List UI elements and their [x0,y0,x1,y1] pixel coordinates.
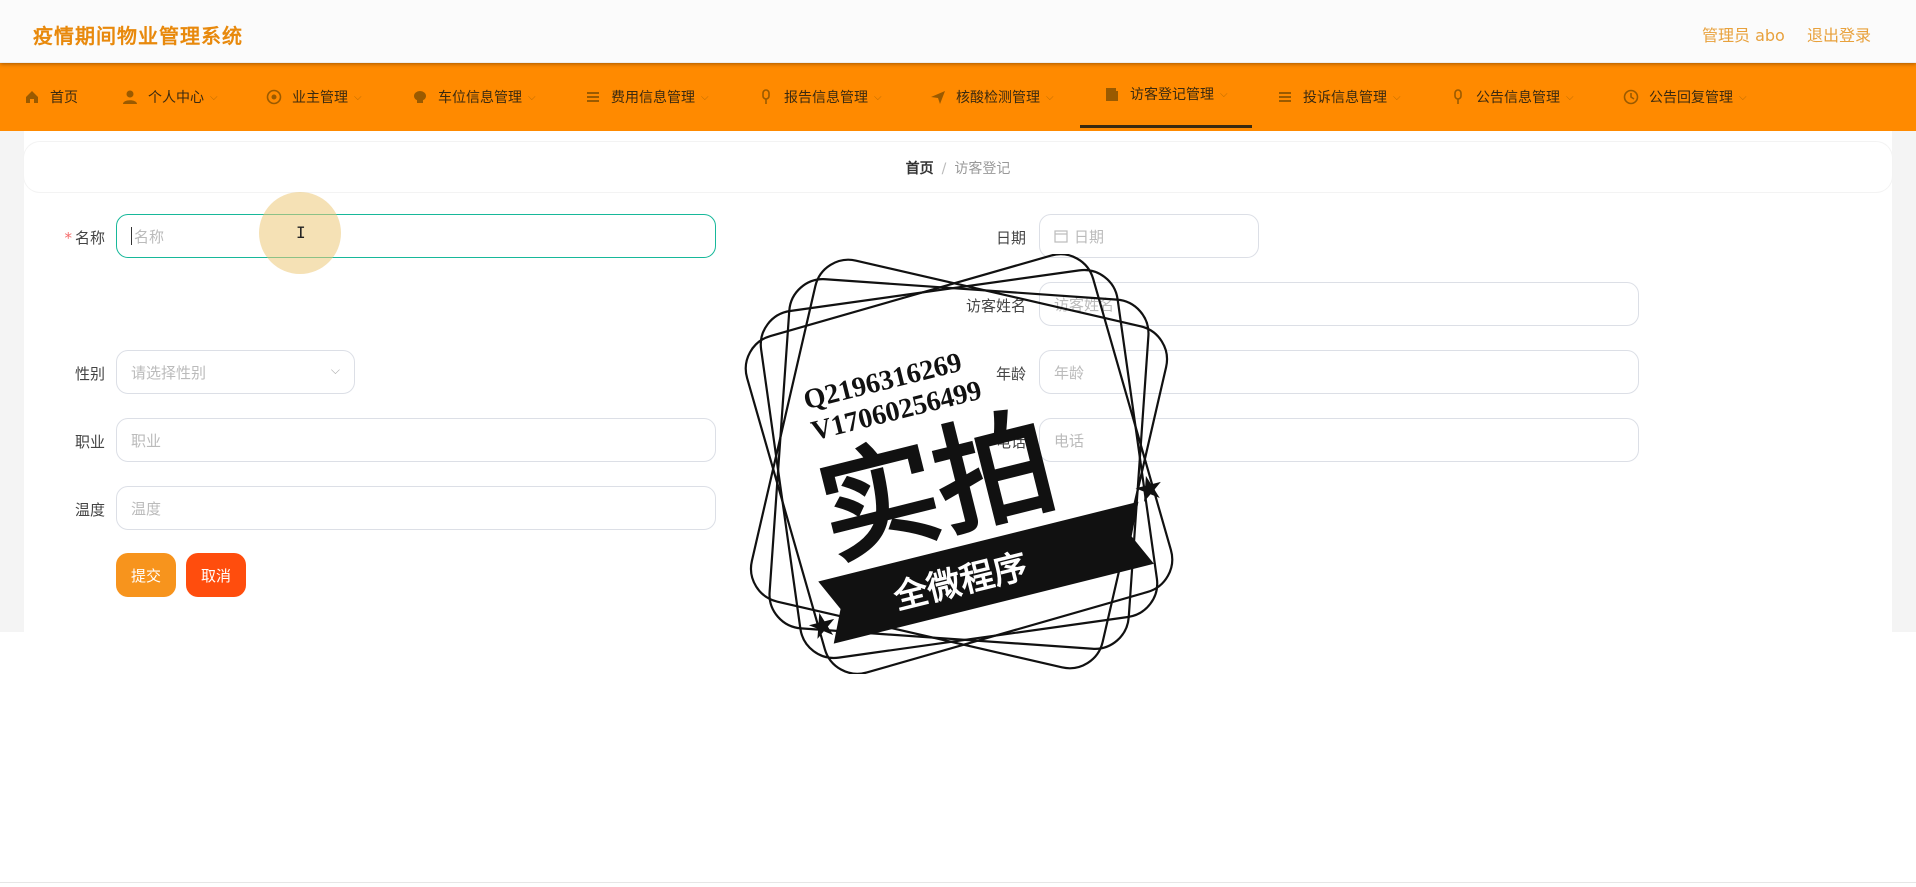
temperature-label: 温度 [74,501,105,519]
nav-label: 报告信息管理 [784,90,868,106]
job-placeholder: 职业 [131,431,162,450]
job-label: 职业 [74,433,105,451]
nav-notice-management[interactable]: 公告信息管理 ⌵ [1450,63,1574,131]
nav-visitor-management[interactable]: 访客登记管理 ⌵ [1080,63,1252,128]
nav-parking-management[interactable]: 车位信息管理 ⌵ [412,63,536,131]
nav-label: 公告回复管理 [1649,90,1733,106]
temperature-input[interactable]: 温度 [116,486,716,530]
chevron-down-icon: ⌵ [210,91,218,103]
date-label: 日期 [995,229,1026,247]
chevron-down-icon: ⌵ [1393,91,1401,103]
chevron-down-icon: ⌵ [1739,91,1747,103]
temperature-placeholder: 温度 [131,499,162,518]
main-nav: 首页 个人中心 ⌵ 业主管理 ⌵ 车位信息管理 ⌵ 费用信息管理 ⌵ 报告信息管… [0,63,1916,131]
owner-icon [266,89,282,105]
job-input[interactable]: 职业 [116,418,716,462]
nav-label: 个人中心 [148,90,204,106]
chevron-down-icon: ⌵ [874,91,882,103]
nav-label: 费用信息管理 [611,90,695,106]
page-bottom-border [0,882,1916,883]
submit-button[interactable]: 提交 [116,553,176,597]
chevron-down-icon: ⌵ [701,91,709,103]
chevron-down-icon: ⌵ [1566,91,1574,103]
reply-icon [1623,89,1639,105]
logout-link[interactable]: 退出登录 [1807,22,1871,46]
name-placeholder: 名称 [134,227,165,246]
page-gutter-right [1892,131,1916,632]
nav-label: 访客登记管理 [1130,87,1214,103]
gender-select[interactable]: 请选择性别 ⌵ [116,350,355,394]
chevron-down-icon: ⌵ [528,91,536,103]
nav-notice-reply-management[interactable]: 公告回复管理 ⌵ [1623,63,1747,131]
nav-owner-management[interactable]: 业主管理 ⌵ [266,63,362,131]
required-marker: * [64,229,72,247]
nav-home[interactable]: 首页 [24,63,78,131]
text-caret [131,227,132,245]
chevron-down-icon: ⌵ [1046,91,1054,103]
nav-label: 投诉信息管理 [1303,90,1387,106]
report-icon [758,89,774,105]
breadcrumb-current: 访客登记 [954,161,1011,177]
app-title: 疫情期间物业管理系统 [33,24,243,48]
breadcrumb: 首页 / 访客登记 [24,142,1892,192]
breadcrumb-home[interactable]: 首页 [906,161,934,177]
home-icon [24,89,40,105]
nav-label: 公告信息管理 [1476,90,1560,106]
star-icon: ★ [806,607,840,646]
name-label: * 名称 [64,229,105,247]
calendar-icon [1054,230,1068,243]
notice-icon [1450,89,1466,105]
nav-nucleic-test-management[interactable]: 核酸检测管理 ⌵ [930,63,1054,131]
parking-icon [412,89,428,105]
nav-label: 核酸检测管理 [956,90,1040,106]
top-bar: 疫情期间物业管理系统 管理员 abo 退出登录 [0,0,1916,63]
nav-report-management[interactable]: 报告信息管理 ⌵ [758,63,882,131]
watermark-stamp: Q2196316269 V17060256499 实拍 全微程序 ★ ★ [744,254,1174,674]
nav-personal-center[interactable]: 个人中心 ⌵ [122,63,218,131]
chevron-down-icon: ⌵ [330,363,340,377]
user-icon [122,89,138,105]
fee-icon [585,89,601,105]
text-cursor-icon: I [296,223,306,242]
nav-label: 首页 [50,90,78,106]
cancel-button[interactable]: 取消 [186,553,246,597]
date-placeholder: 日期 [1074,227,1105,246]
breadcrumb-separator: / [941,161,947,177]
nav-fee-management[interactable]: 费用信息管理 ⌵ [585,63,709,131]
nav-label: 业主管理 [292,90,348,106]
nav-label: 车位信息管理 [438,90,522,106]
name-input[interactable]: 名称 [116,214,716,258]
date-input[interactable]: 日期 [1039,214,1259,258]
nav-complaint-management[interactable]: 投诉信息管理 ⌵ [1277,63,1401,131]
current-user[interactable]: 管理员 abo [1702,22,1785,46]
visitor-icon [1104,86,1120,102]
gender-label: 性别 [74,365,105,383]
chevron-down-icon: ⌵ [354,91,362,103]
complaint-icon [1277,89,1293,105]
gender-placeholder: 请选择性别 [131,363,207,382]
chevron-down-icon: ⌵ [1220,88,1228,100]
test-icon [930,89,946,105]
page-gutter-left [0,131,24,632]
